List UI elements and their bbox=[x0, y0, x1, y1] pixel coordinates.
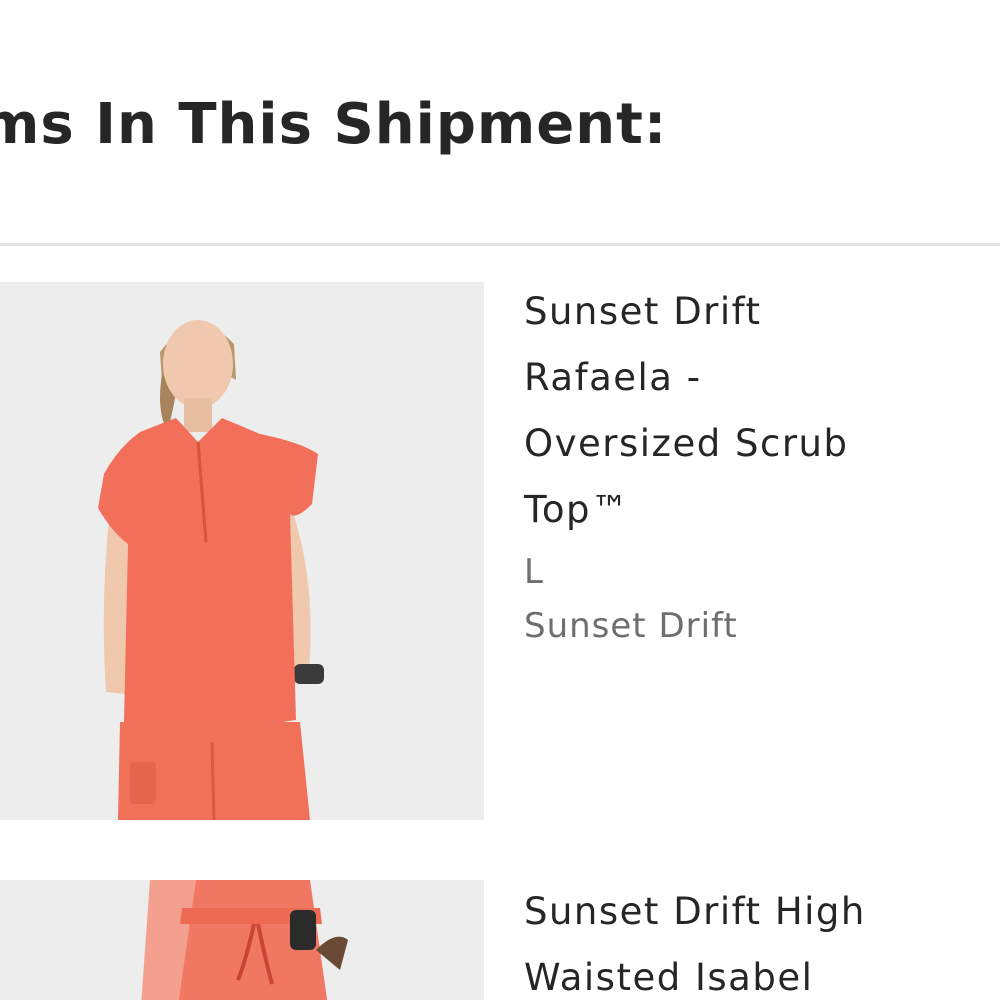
product-photo-scrub-top-icon bbox=[0, 282, 484, 820]
item-title-line[interactable]: Sunset Drift High bbox=[524, 890, 866, 934]
product-image-scrub-top[interactable] bbox=[0, 282, 484, 820]
item-title-line[interactable]: Waisted Isabel bbox=[524, 956, 813, 1000]
product-photo-scrub-pants-icon bbox=[0, 880, 484, 1000]
item-title-line[interactable]: Sunset Drift bbox=[524, 290, 762, 334]
item-title-line[interactable]: Top™ bbox=[524, 488, 629, 532]
item-size: L bbox=[524, 552, 544, 592]
item-color: Sunset Drift bbox=[524, 606, 738, 646]
item-title-line[interactable]: Rafaela - bbox=[524, 356, 702, 400]
item-title-line[interactable]: Oversized Scrub bbox=[524, 422, 848, 466]
product-image-scrub-pants[interactable] bbox=[0, 880, 484, 1000]
shipment-heading: ems In This Shipment: bbox=[0, 92, 668, 157]
section-divider bbox=[0, 243, 1000, 246]
shipment-page: ems In This Shipment: Sunset Drift Rafae… bbox=[0, 0, 1000, 1000]
